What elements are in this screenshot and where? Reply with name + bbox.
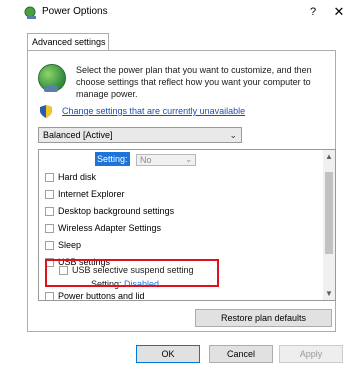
tree-item-wireless-adapter[interactable]: Wireless Adapter Settings	[45, 221, 161, 235]
tree-top-setting-row: Setting: No ⌄	[95, 152, 197, 166]
expand-icon[interactable]	[45, 292, 54, 300]
intro-text: Select the power plan that you want to c…	[76, 65, 312, 99]
setting-value: No	[140, 154, 152, 165]
setting-value-combo[interactable]: No ⌄	[136, 153, 197, 166]
window-title: Power Options	[42, 6, 108, 17]
tree-item-internet-explorer[interactable]: Internet Explorer	[45, 187, 125, 201]
tree-item-label: Desktop background settings	[58, 206, 175, 216]
ok-button[interactable]: OK	[136, 345, 200, 363]
expand-icon[interactable]	[45, 241, 54, 251]
expand-icon[interactable]	[45, 207, 54, 217]
power-globe-base	[44, 86, 58, 92]
title-bar: Power Options ? ✕	[0, 0, 360, 26]
help-button[interactable]: ?	[304, 3, 322, 21]
scroll-down-icon[interactable]: ▼	[323, 289, 335, 298]
tree-item-power-buttons[interactable]: Power buttons and lid	[45, 289, 145, 301]
chevron-down-icon: ⌄	[185, 154, 193, 164]
tree-item-label: Internet Explorer	[58, 189, 125, 199]
scroll-up-icon[interactable]: ▲	[323, 152, 335, 161]
power-options-dialog: Power Options ? ✕ Advanced settings Sele…	[0, 0, 360, 370]
power-plan-selected: Balanced [Active]	[43, 130, 113, 140]
power-options-icon	[24, 6, 36, 19]
tree-item-sleep[interactable]: Sleep	[45, 238, 81, 252]
restore-defaults-button[interactable]: Restore plan defaults	[195, 309, 332, 327]
expand-icon[interactable]	[45, 224, 54, 234]
tab-advanced-settings[interactable]: Advanced settings	[27, 33, 109, 50]
tree-item-label: Sleep	[58, 240, 82, 250]
expand-icon[interactable]	[45, 173, 54, 183]
apply-button[interactable]: Apply	[279, 345, 343, 363]
tree-item-label: Power buttons and lid	[58, 291, 145, 301]
tree-scrollbar[interactable]: ▲ ▼	[323, 150, 335, 300]
highlight-box	[45, 259, 219, 287]
close-button[interactable]: ✕	[330, 3, 348, 21]
expand-icon[interactable]	[45, 190, 54, 200]
chevron-down-icon: ⌄	[229, 130, 237, 140]
tree-item-label: Wireless Adapter Settings	[58, 223, 162, 233]
scrollbar-thumb[interactable]	[325, 172, 333, 254]
tree-item-desktop-background[interactable]: Desktop background settings	[45, 204, 174, 218]
shield-icon	[40, 105, 52, 118]
tree-item-label: Hard disk	[58, 172, 97, 182]
setting-label-selected: Setting:	[95, 152, 130, 166]
tree-item-hard-disk[interactable]: Hard disk	[45, 170, 96, 184]
change-settings-link[interactable]: Change settings that are currently unava…	[62, 106, 245, 116]
cancel-button[interactable]: Cancel	[209, 345, 273, 363]
power-plan-dropdown[interactable]: Balanced [Active] ⌄	[38, 127, 242, 143]
